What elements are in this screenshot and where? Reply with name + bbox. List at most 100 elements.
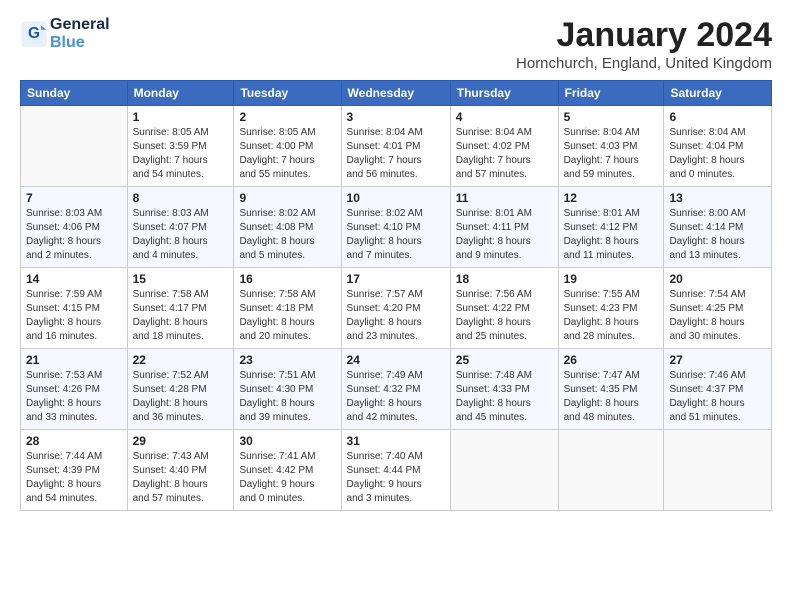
day-number: 29 xyxy=(133,434,229,448)
calendar-cell: 19 Sunrise: 7:55 AM Sunset: 4:23 PM Dayli… xyxy=(558,268,664,349)
calendar-cell: 12 Sunrise: 8:01 AM Sunset: 4:12 PM Dayli… xyxy=(558,187,664,268)
calendar-cell: 22Sunrise: 7:52 AM Sunset: 4:28 PM Dayli… xyxy=(127,349,234,430)
day-number: 14 xyxy=(26,272,122,286)
day-number: 10 xyxy=(347,191,445,205)
calendar-cell: 3 Sunrise: 8:04 AM Sunset: 4:01 PM Daylig… xyxy=(341,106,450,187)
day-number: 30 xyxy=(239,434,335,448)
calendar-cell: 7Sunrise: 8:03 AM Sunset: 4:06 PM Daylig… xyxy=(21,187,128,268)
calendar-cell xyxy=(21,106,128,187)
calendar-cell: 24Sunrise: 7:49 AM Sunset: 4:32 PM Dayli… xyxy=(341,349,450,430)
calendar-cell: 27Sunrise: 7:46 AM Sunset: 4:37 PM Dayli… xyxy=(664,349,772,430)
day-info: Sunrise: 7:54 AM Sunset: 4:25 PM Dayligh… xyxy=(669,288,766,344)
header-cell-thursday: Thursday xyxy=(450,81,558,106)
day-info: Sunrise: 8:02 AM Sunset: 4:10 PM Dayligh… xyxy=(347,207,445,263)
day-info: Sunrise: 7:51 AM Sunset: 4:30 PM Dayligh… xyxy=(239,369,335,425)
week-row-4: 21Sunrise: 7:53 AM Sunset: 4:26 PM Dayli… xyxy=(21,349,772,430)
calendar-cell: 5 Sunrise: 8:04 AM Sunset: 4:03 PM Daylig… xyxy=(558,106,664,187)
calendar-cell xyxy=(664,430,772,511)
calendar-cell: 16 Sunrise: 7:58 AM Sunset: 4:18 PM Dayli… xyxy=(234,268,341,349)
day-number: 23 xyxy=(239,353,335,367)
calendar-cell: 13Sunrise: 8:00 AM Sunset: 4:14 PM Dayli… xyxy=(664,187,772,268)
logo: G General Blue xyxy=(20,16,110,52)
calendar-cell: 18 Sunrise: 7:56 AM Sunset: 4:22 PM Dayli… xyxy=(450,268,558,349)
day-info: Sunrise: 7:53 AM Sunset: 4:26 PM Dayligh… xyxy=(26,369,122,425)
header-cell-sunday: Sunday xyxy=(21,81,128,106)
day-number: 28 xyxy=(26,434,122,448)
day-number: 8 xyxy=(133,191,229,205)
calendar-cell: 2Sunrise: 8:05 AM Sunset: 4:00 PM Daylig… xyxy=(234,106,341,187)
day-info: Sunrise: 7:46 AM Sunset: 4:37 PM Dayligh… xyxy=(669,369,766,425)
header: G General Blue January 2024 Hornchurch, … xyxy=(20,16,772,72)
day-info: Sunrise: 8:04 AM Sunset: 4:03 PM Dayligh… xyxy=(564,126,659,182)
day-info: Sunrise: 8:02 AM Sunset: 4:08 PM Dayligh… xyxy=(239,207,335,263)
calendar-cell: 11 Sunrise: 8:01 AM Sunset: 4:11 PM Dayli… xyxy=(450,187,558,268)
day-info: Sunrise: 7:56 AM Sunset: 4:22 PM Dayligh… xyxy=(456,288,553,344)
calendar-title: January 2024 xyxy=(516,16,772,55)
day-info: Sunrise: 7:59 AM Sunset: 4:15 PM Dayligh… xyxy=(26,288,122,344)
svg-text:G: G xyxy=(28,25,40,42)
calendar-cell: 23 Sunrise: 7:51 AM Sunset: 4:30 PM Dayli… xyxy=(234,349,341,430)
day-info: Sunrise: 8:03 AM Sunset: 4:06 PM Dayligh… xyxy=(26,207,122,263)
day-info: Sunrise: 8:04 AM Sunset: 4:01 PM Dayligh… xyxy=(347,126,445,182)
day-info: Sunrise: 7:52 AM Sunset: 4:28 PM Dayligh… xyxy=(133,369,229,425)
day-info: Sunrise: 7:41 AM Sunset: 4:42 PM Dayligh… xyxy=(239,450,335,506)
day-info: Sunrise: 7:58 AM Sunset: 4:18 PM Dayligh… xyxy=(239,288,335,344)
day-number: 5 xyxy=(564,110,659,124)
calendar-subtitle: Hornchurch, England, United Kingdom xyxy=(516,55,772,72)
calendar-cell: 4Sunrise: 8:04 AM Sunset: 4:02 PM Daylig… xyxy=(450,106,558,187)
day-number: 19 xyxy=(564,272,659,286)
day-number: 6 xyxy=(669,110,766,124)
calendar-cell: 17 Sunrise: 7:57 AM Sunset: 4:20 PM Dayli… xyxy=(341,268,450,349)
day-info: Sunrise: 7:40 AM Sunset: 4:44 PM Dayligh… xyxy=(347,450,445,506)
day-number: 17 xyxy=(347,272,445,286)
calendar-cell: 28 Sunrise: 7:44 AM Sunset: 4:39 PM Dayli… xyxy=(21,430,128,511)
day-info: Sunrise: 8:01 AM Sunset: 4:11 PM Dayligh… xyxy=(456,207,553,263)
day-number: 16 xyxy=(239,272,335,286)
page-container: G General Blue January 2024 Hornchurch, … xyxy=(0,0,792,521)
day-number: 13 xyxy=(669,191,766,205)
calendar-cell: 8 Sunrise: 8:03 AM Sunset: 4:07 PM Daylig… xyxy=(127,187,234,268)
day-number: 11 xyxy=(456,191,553,205)
calendar-cell xyxy=(558,430,664,511)
day-number: 15 xyxy=(133,272,229,286)
calendar-cell: 14 Sunrise: 7:59 AM Sunset: 4:15 PM Dayli… xyxy=(21,268,128,349)
calendar-cell: 25 Sunrise: 7:48 AM Sunset: 4:33 PM Dayli… xyxy=(450,349,558,430)
header-cell-wednesday: Wednesday xyxy=(341,81,450,106)
day-info: Sunrise: 8:05 AM Sunset: 4:00 PM Dayligh… xyxy=(239,126,335,182)
calendar-cell: 1Sunrise: 8:05 AM Sunset: 3:59 PM Daylig… xyxy=(127,106,234,187)
calendar-table: SundayMondayTuesdayWednesdayThursdayFrid… xyxy=(20,80,772,511)
calendar-cell: 21Sunrise: 7:53 AM Sunset: 4:26 PM Dayli… xyxy=(21,349,128,430)
day-info: Sunrise: 7:58 AM Sunset: 4:17 PM Dayligh… xyxy=(133,288,229,344)
day-info: Sunrise: 8:04 AM Sunset: 4:02 PM Dayligh… xyxy=(456,126,553,182)
day-info: Sunrise: 7:55 AM Sunset: 4:23 PM Dayligh… xyxy=(564,288,659,344)
logo-text: General Blue xyxy=(50,16,110,52)
calendar-cell: 30 Sunrise: 7:41 AM Sunset: 4:42 PM Dayli… xyxy=(234,430,341,511)
day-info: Sunrise: 7:47 AM Sunset: 4:35 PM Dayligh… xyxy=(564,369,659,425)
day-number: 31 xyxy=(347,434,445,448)
header-cell-tuesday: Tuesday xyxy=(234,81,341,106)
day-number: 25 xyxy=(456,353,553,367)
day-number: 9 xyxy=(239,191,335,205)
title-block: January 2024 Hornchurch, England, United… xyxy=(516,16,772,72)
calendar-cell xyxy=(450,430,558,511)
week-row-2: 7Sunrise: 8:03 AM Sunset: 4:06 PM Daylig… xyxy=(21,187,772,268)
day-number: 12 xyxy=(564,191,659,205)
day-info: Sunrise: 8:01 AM Sunset: 4:12 PM Dayligh… xyxy=(564,207,659,263)
day-number: 26 xyxy=(564,353,659,367)
logo-icon: G xyxy=(20,20,48,48)
day-info: Sunrise: 7:43 AM Sunset: 4:40 PM Dayligh… xyxy=(133,450,229,506)
day-number: 3 xyxy=(347,110,445,124)
day-info: Sunrise: 7:48 AM Sunset: 4:33 PM Dayligh… xyxy=(456,369,553,425)
day-info: Sunrise: 8:03 AM Sunset: 4:07 PM Dayligh… xyxy=(133,207,229,263)
week-row-1: 1Sunrise: 8:05 AM Sunset: 3:59 PM Daylig… xyxy=(21,106,772,187)
header-cell-monday: Monday xyxy=(127,81,234,106)
day-info: Sunrise: 7:44 AM Sunset: 4:39 PM Dayligh… xyxy=(26,450,122,506)
day-number: 18 xyxy=(456,272,553,286)
day-info: Sunrise: 7:57 AM Sunset: 4:20 PM Dayligh… xyxy=(347,288,445,344)
calendar-cell: 20Sunrise: 7:54 AM Sunset: 4:25 PM Dayli… xyxy=(664,268,772,349)
calendar-cell: 10 Sunrise: 8:02 AM Sunset: 4:10 PM Dayli… xyxy=(341,187,450,268)
calendar-cell: 29 Sunrise: 7:43 AM Sunset: 4:40 PM Dayli… xyxy=(127,430,234,511)
day-number: 1 xyxy=(133,110,229,124)
header-cell-friday: Friday xyxy=(558,81,664,106)
calendar-cell: 26 Sunrise: 7:47 AM Sunset: 4:35 PM Dayli… xyxy=(558,349,664,430)
